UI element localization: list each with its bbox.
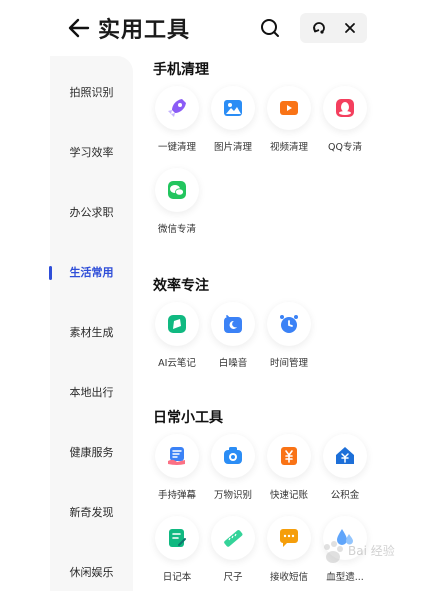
close-icon — [344, 23, 355, 33]
note-leaf-icon — [168, 315, 186, 333]
tool-label: 时间管理 — [269, 358, 308, 369]
active-indicator — [49, 266, 52, 280]
qq-penguin-icon — [336, 99, 354, 117]
rocket-icon — [168, 99, 186, 117]
sidebar-item-material-generation[interactable]: 素材生成 — [50, 318, 133, 348]
tool-receive-sms[interactable]: 接收短信 — [261, 516, 317, 583]
tool-object-recognition[interactable]: 万物识别 — [205, 434, 261, 501]
section-title-phone-cleanup: 手机清理 — [153, 62, 209, 78]
share-icon — [312, 22, 325, 34]
tools-content: 手机清理 一键清理 图片清理 视频清理 QQ专清 微信专清 效率专注 AI云笔记… — [133, 56, 444, 591]
tool-ai-cloud-notes[interactable]: AI云笔记 — [149, 302, 205, 369]
tool-icon-circle — [267, 516, 311, 560]
tool-icon-circle — [155, 434, 199, 478]
back-button[interactable] — [66, 14, 92, 42]
tool-diary[interactable]: 日记本 — [149, 516, 205, 583]
tool-handheld-barrage[interactable]: 手持弹幕 — [149, 434, 205, 501]
page-title: 实用工具 — [98, 18, 191, 43]
tool-icon-circle — [155, 516, 199, 560]
mini-program-capsule — [300, 13, 367, 43]
ledger-yen-icon — [281, 447, 297, 465]
tool-icon-circle — [267, 86, 311, 130]
section-title-daily-tools: 日常小工具 — [153, 410, 223, 426]
tool-icon-circle — [323, 434, 367, 478]
ruler-icon — [224, 530, 243, 547]
sidebar-item-leisure-entertainment[interactable]: 休闲娱乐 — [50, 558, 133, 588]
watermark-text: Bai 经验 — [348, 544, 395, 558]
tool-icon-circle — [155, 302, 199, 346]
tool-wechat-clean[interactable]: 微信专清 — [149, 168, 205, 235]
tool-icon-circle — [267, 302, 311, 346]
tool-ruler[interactable]: 尺子 — [205, 516, 261, 583]
tool-housing-fund[interactable]: 公积金 — [317, 434, 373, 501]
tool-label: 白噪音 — [218, 358, 248, 369]
diary-icon — [169, 529, 186, 547]
share-button[interactable] — [302, 13, 335, 43]
house-yen-icon — [336, 447, 354, 464]
tool-icon-circle — [323, 86, 367, 130]
tool-label: QQ专清 — [328, 142, 362, 153]
alarm-clock-icon — [280, 315, 298, 333]
baidu-watermark: Bai 经验 — [318, 530, 428, 580]
sidebar-item-local-travel[interactable]: 本地出行 — [50, 378, 133, 408]
tool-label: 微信专清 — [157, 224, 196, 235]
tool-icon-circle — [211, 516, 255, 560]
tool-icon-circle — [267, 434, 311, 478]
sidebar-item-office-jobs[interactable]: 办公求职 — [50, 198, 133, 228]
arrow-left-icon — [68, 18, 90, 38]
tool-qq-clean[interactable]: QQ专清 — [317, 86, 373, 153]
tool-time-management[interactable]: 时间管理 — [261, 302, 317, 369]
tool-label: 接收短信 — [269, 572, 308, 583]
sidebar-item-novel-discovery[interactable]: 新奇发现 — [50, 498, 133, 528]
search-button[interactable] — [258, 16, 282, 40]
barrage-hand-icon — [168, 447, 185, 465]
sidebar-item-health-services[interactable]: 健康服务 — [50, 438, 133, 468]
tool-one-click-clean[interactable]: 一键清理 — [149, 86, 205, 153]
tool-icon-circle — [155, 86, 199, 130]
moon-sound-icon — [224, 315, 242, 333]
message-bubble-icon — [280, 529, 298, 547]
tool-white-noise[interactable]: 白噪音 — [205, 302, 261, 369]
paw-logo-icon — [324, 541, 343, 563]
tool-icon-circle — [211, 302, 255, 346]
tool-icon-circle — [211, 434, 255, 478]
tool-label: 万物识别 — [213, 490, 252, 501]
tool-video-clean[interactable]: 视频清理 — [261, 86, 317, 153]
tool-label: 视频清理 — [269, 142, 308, 153]
tool-label: 手持弹幕 — [157, 490, 196, 501]
tool-label: 公积金 — [330, 490, 360, 501]
tool-label: AI云笔记 — [158, 358, 196, 369]
wechat-icon — [168, 181, 186, 199]
category-sidebar: 拍照识别 学习效率 办公求职 生活常用 素材生成 本地出行 健康服务 新奇发现 … — [49, 56, 133, 591]
tool-label: 图片清理 — [213, 142, 252, 153]
tool-label: 一键清理 — [157, 142, 196, 153]
video-icon — [280, 101, 298, 115]
image-icon — [224, 100, 242, 116]
tool-icon-circle — [155, 168, 199, 212]
sidebar-item-photo-recognition[interactable]: 拍照识别 — [50, 78, 133, 108]
tool-icon-circle — [211, 86, 255, 130]
header-bar: 实用工具 — [0, 0, 444, 56]
tool-label: 日记本 — [162, 572, 192, 583]
sidebar-item-label: 生活常用 — [69, 266, 114, 279]
close-button[interactable] — [333, 13, 366, 43]
section-title-efficiency-focus: 效率专注 — [153, 278, 209, 294]
sidebar-item-study-efficiency[interactable]: 学习效率 — [50, 138, 133, 168]
tool-label: 快速记账 — [269, 490, 308, 501]
camera-icon — [224, 447, 242, 464]
search-icon — [261, 19, 279, 37]
tool-label: 尺子 — [223, 572, 243, 583]
tool-image-clean[interactable]: 图片清理 — [205, 86, 261, 153]
tool-quick-bookkeeping[interactable]: 快速记账 — [261, 434, 317, 501]
sidebar-item-daily-life[interactable]: 生活常用 — [49, 258, 133, 288]
